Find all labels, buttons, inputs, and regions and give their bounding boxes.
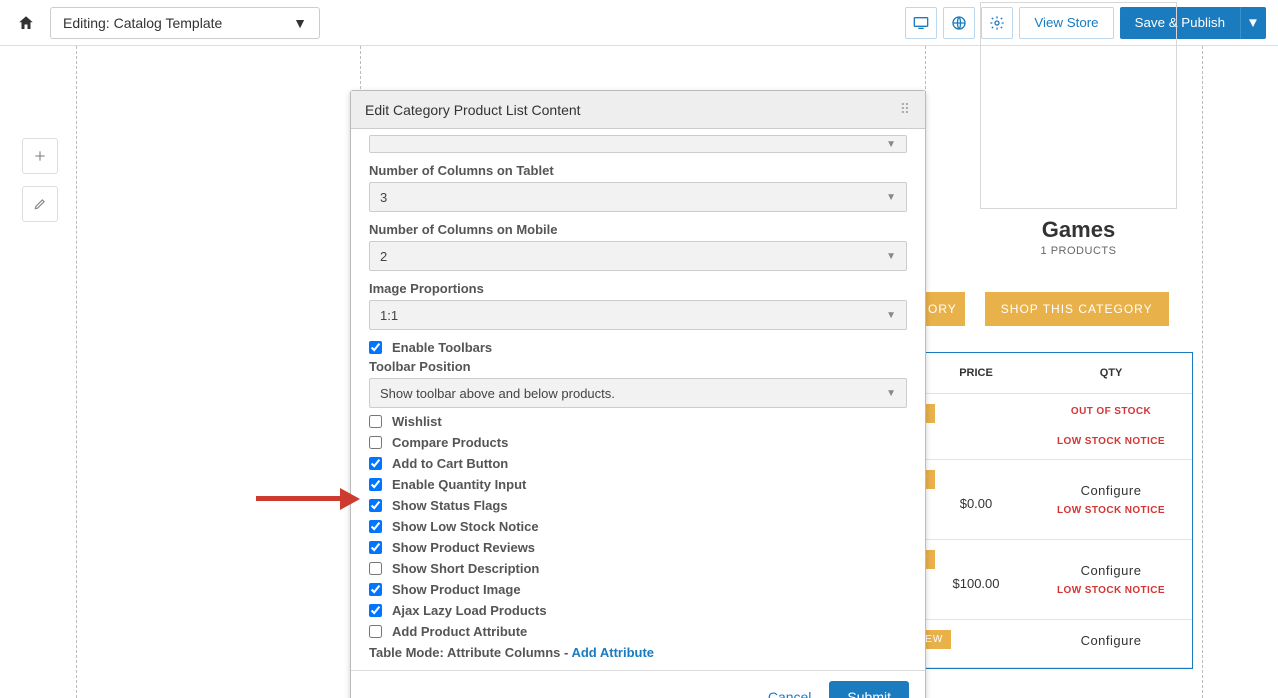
image-prop-select[interactable]: 1:1 ▼ [369,300,907,330]
wishlist-checkbox[interactable] [369,415,382,428]
modal-footer: Cancel Submit [351,670,925,698]
submit-button[interactable]: Submit [829,681,909,698]
chevron-down-icon: ▼ [886,192,896,203]
field-select-truncated[interactable]: ▼ [369,135,907,153]
chevron-down-icon: ▼ [886,139,896,150]
globe-icon[interactable] [943,7,975,39]
editing-template-select[interactable]: Editing: Catalog Template ▼ [50,7,320,39]
out-of-stock-label: OUT OF STOCK [1031,406,1191,417]
status-flags-label: Show Status Flags [392,498,508,513]
cols-mobile-select[interactable]: 2 ▼ [369,241,907,271]
table-row: W OUT OF STOCK LOW STOCK NOTICE [921,394,1192,460]
image-prop-label: Image Proportions [369,281,907,296]
cols-tablet-label: Number of Columns on Tablet [369,163,907,178]
price-cell: $100.00 [921,568,1031,591]
compare-label: Compare Products [392,435,508,450]
editing-template-label: Editing: Catalog Template [63,15,222,31]
table-row: NEW Configure [921,620,1192,668]
wishlist-label: Wishlist [392,414,442,429]
qty-header: QTY [1031,367,1191,379]
chevron-down-icon: ▼ [886,388,896,399]
workspace: Games 1 PRODUCTS ORY SHOP THIS CATEGORY … [0,46,1278,698]
configure-label: Configure [1031,633,1191,648]
preview-icon[interactable] [905,7,937,39]
add-cart-label: Add to Cart Button [392,456,508,471]
cols-tablet-value: 3 [380,190,387,205]
shop-category-button-partial[interactable]: ORY [920,292,965,326]
modal-header[interactable]: Edit Category Product List Content ⠿ [351,91,925,129]
category-subtitle: 1 PRODUCTS [980,245,1177,257]
cols-mobile-value: 2 [380,249,387,264]
enable-qty-label: Enable Quantity Input [392,477,526,492]
grid-guide [76,46,77,698]
edit-block-button[interactable] [22,186,58,222]
save-publish-dropdown[interactable]: ▼ [1240,7,1266,39]
qty-cell: Configure LOW STOCK NOTICE [1031,483,1191,517]
left-toolbar [22,138,58,222]
table-row: W $0.00 Configure LOW STOCK NOTICE [921,460,1192,540]
table-mode-row: Table Mode: Attribute Columns - Add Attr… [369,645,907,660]
product-image-label: Show Product Image [392,582,521,597]
status-flags-checkbox[interactable] [369,499,382,512]
price-cell [921,423,1031,431]
short-desc-label: Show Short Description [392,561,539,576]
configure-label: Configure [1031,483,1191,498]
category-title: Games [980,217,1177,243]
low-stock-checkbox[interactable] [369,520,382,533]
chevron-down-icon: ▼ [293,15,307,31]
modal-title: Edit Category Product List Content [365,102,581,118]
modal-body: ▼ Number of Columns on Tablet 3 ▼ Number… [351,129,925,670]
image-prop-value: 1:1 [380,308,398,323]
low-stock-label: LOW STOCK NOTICE [1031,435,1191,448]
toolbar-pos-value: Show toolbar above and below products. [380,386,615,401]
enable-toolbars-checkbox[interactable] [369,341,382,354]
add-cart-checkbox[interactable] [369,457,382,470]
low-stock-label: LOW STOCK NOTICE [1031,584,1191,597]
add-attribute-link[interactable]: Add Attribute [571,645,654,660]
shop-category-button[interactable]: SHOP THIS CATEGORY [985,292,1169,326]
chevron-down-icon: ▼ [886,251,896,262]
edit-category-modal: Edit Category Product List Content ⠿ ▼ N… [350,90,926,698]
toolbar-pos-select[interactable]: Show toolbar above and below products. ▼ [369,378,907,408]
low-stock-label: Show Low Stock Notice [392,519,539,534]
table-header: PRICE QTY [921,353,1192,394]
add-block-button[interactable] [22,138,58,174]
product-image-checkbox[interactable] [369,583,382,596]
toolbar-pos-label: Toolbar Position [369,359,907,374]
add-attr-label: Add Product Attribute [392,624,527,639]
cols-mobile-label: Number of Columns on Mobile [369,222,907,237]
reviews-checkbox[interactable] [369,541,382,554]
lazy-load-label: Ajax Lazy Load Products [392,603,547,618]
short-desc-checkbox[interactable] [369,562,382,575]
grid-guide [1202,46,1203,698]
lazy-load-checkbox[interactable] [369,604,382,617]
reviews-label: Show Product Reviews [392,540,535,555]
category-thumbnail [980,2,1177,209]
qty-cell: OUT OF STOCK LOW STOCK NOTICE [1031,406,1191,448]
chevron-down-icon: ▼ [886,310,896,321]
low-stock-label: LOW STOCK NOTICE [1031,504,1191,517]
qty-cell: Configure [1031,633,1191,654]
cancel-button[interactable]: Cancel [768,689,812,698]
compare-checkbox[interactable] [369,436,382,449]
home-icon[interactable] [12,9,40,37]
table-mode-prefix: Table Mode: Attribute Columns - [369,645,571,660]
price-header: PRICE [921,367,1031,379]
enable-qty-checkbox[interactable] [369,478,382,491]
cols-tablet-select[interactable]: 3 ▼ [369,182,907,212]
configure-label: Configure [1031,563,1191,578]
add-attr-checkbox[interactable] [369,625,382,638]
enable-toolbars-label: Enable Toolbars [392,340,492,355]
product-table: PRICE QTY W OUT OF STOCK LOW STOCK NOTIC… [920,352,1193,669]
table-row: W $100.00 Configure LOW STOCK NOTICE [921,540,1192,620]
price-cell: $0.00 [921,488,1031,511]
qty-cell: Configure LOW STOCK NOTICE [1031,563,1191,597]
drag-grip-icon[interactable]: ⠿ [900,101,911,118]
